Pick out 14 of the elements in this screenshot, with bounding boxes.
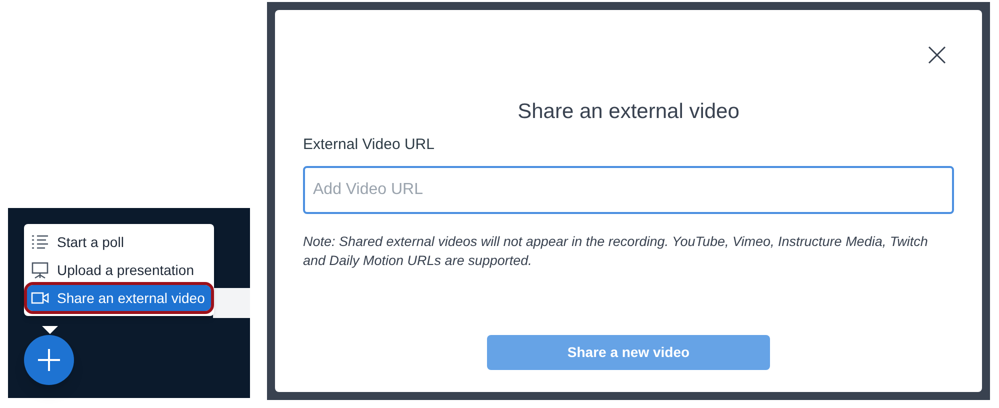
field-label: External Video URL: [303, 134, 436, 154]
close-icon: [928, 46, 946, 64]
list-icon: [31, 234, 49, 250]
menu-item[interactable]: Start a poll: [27, 229, 211, 255]
modal-title: Share an external video: [516, 99, 740, 125]
video-camera-icon: [31, 292, 49, 304]
menu-pointer: [42, 326, 58, 334]
menu-item[interactable]: Upload a presentation: [27, 257, 211, 283]
plus-icon: [37, 348, 61, 372]
url-field[interactable]: Add Video URL: [303, 166, 954, 214]
note-text: Note: Shared external videos will not appear in the recording. YouTube, Vimeo, Instructure Media, Twitch and Daily Motion URLs are supported.: [303, 233, 929, 270]
close-button[interactable]: [928, 46, 946, 64]
menu-item[interactable]: Share an external video: [27, 285, 211, 311]
presentation-icon: [31, 262, 49, 278]
